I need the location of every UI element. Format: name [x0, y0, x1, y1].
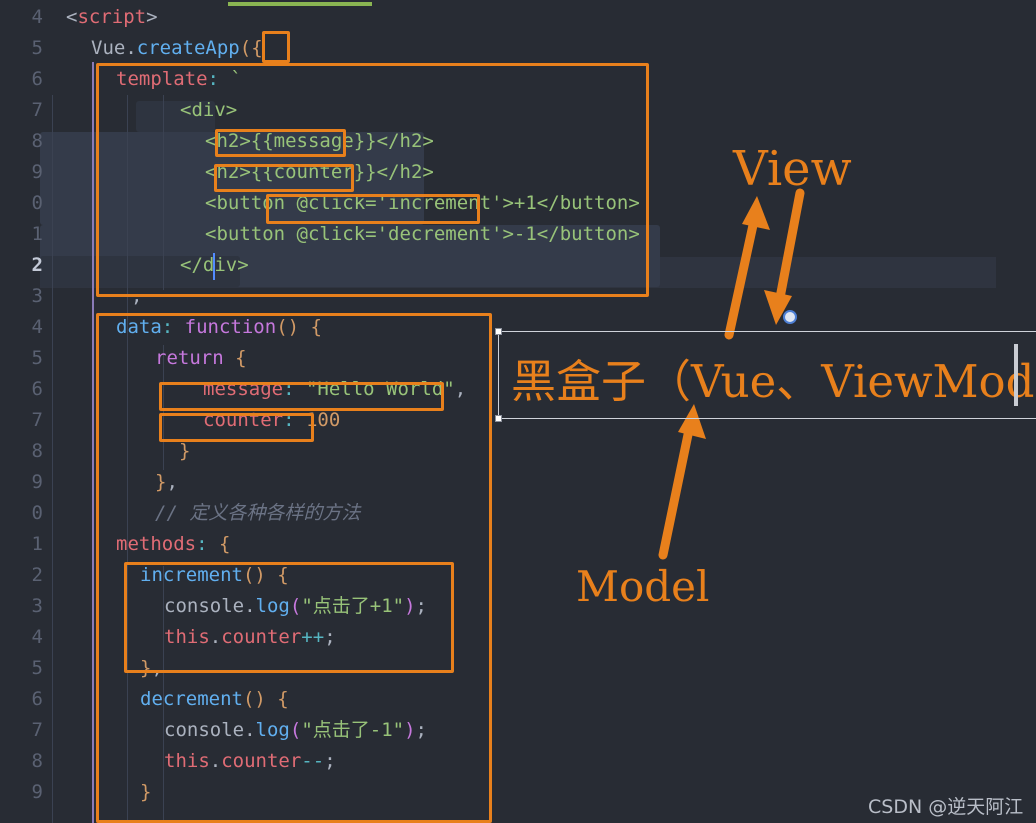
arrow-up-to-blackbox: [658, 404, 706, 560]
screenshot-root: 4 5 6 7 8 9 0 1 2 3 4 5 6 7 8 9 0 1 2 3 …: [0, 0, 1036, 823]
blackbox-textbox[interactable]: 黑盒子（Vue、ViewModel）: [498, 331, 1036, 419]
rotate-handle-icon[interactable]: [783, 310, 797, 324]
textbox-handle-bottom-left[interactable]: [495, 415, 502, 422]
textbox-caret: [1014, 344, 1018, 406]
textbox-handle-top-left[interactable]: [495, 328, 502, 335]
annotation-model-label: Model: [576, 562, 710, 611]
arrow-up-to-view: [724, 196, 770, 340]
csdn-watermark: CSDN @逆天阿江: [868, 796, 1024, 818]
annotation-view-label: View: [733, 141, 852, 197]
arrow-down-from-view: [764, 188, 805, 325]
blackbox-label: 黑盒子（Vue、ViewModel）: [511, 355, 1036, 408]
